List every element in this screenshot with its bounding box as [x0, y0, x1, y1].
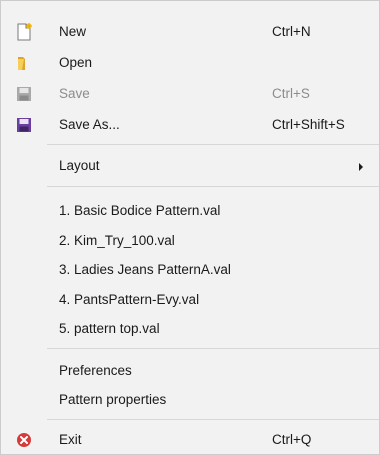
submenu-arrow-icon	[359, 163, 363, 171]
save-as-label: Save As...	[59, 117, 120, 132]
menu-item-layout[interactable]: Layout	[1, 153, 379, 179]
folder-icon	[15, 54, 33, 72]
recent-file-item[interactable]: 3. Ladies Jeans PatternA.val	[1, 257, 379, 283]
menu-item-save[interactable]: Save Ctrl+S	[1, 81, 379, 107]
menu-item-open[interactable]: Open	[1, 50, 379, 76]
recent-file-label: 3. Ladies Jeans PatternA.val	[59, 262, 231, 277]
recent-file-label: 1. Basic Bodice Pattern.val	[59, 203, 221, 218]
menu-item-pattern-properties[interactable]: Pattern properties	[1, 387, 379, 413]
open-label: Open	[59, 55, 93, 70]
save-as-shortcut: Ctrl+Shift+S	[272, 117, 345, 132]
menu-item-preferences[interactable]: Preferences	[1, 358, 379, 384]
layout-label: Layout	[59, 158, 100, 173]
preferences-label: Preferences	[59, 363, 132, 378]
recent-file-item[interactable]: 4. PantsPattern-Evy.val	[1, 287, 379, 313]
separator	[47, 348, 379, 349]
save-shortcut: Ctrl+S	[272, 86, 310, 101]
exit-shortcut: Ctrl+Q	[272, 432, 312, 447]
recent-file-label: 2. Kim_Try_100.val	[59, 233, 175, 248]
menu-item-save-as[interactable]: Save As... Ctrl+Shift+S	[1, 112, 379, 138]
menu-item-exit[interactable]: Exit Ctrl+Q	[1, 427, 379, 453]
new-shortcut: Ctrl+N	[272, 24, 311, 39]
save-as-disk-icon	[15, 116, 33, 134]
recent-file-item[interactable]: 2. Kim_Try_100.val	[1, 228, 379, 254]
separator	[47, 419, 379, 420]
save-disk-icon	[15, 85, 33, 103]
recent-file-label: 5. pattern top.val	[59, 321, 160, 336]
menu-item-new[interactable]: New Ctrl+N	[1, 19, 379, 45]
file-menu: New Ctrl+N Open Save Ctrl+S Save As... C…	[0, 0, 380, 455]
save-label: Save	[59, 86, 90, 101]
pattern-properties-label: Pattern properties	[59, 392, 167, 407]
separator	[47, 144, 379, 145]
separator	[47, 186, 379, 187]
recent-file-label: 4. PantsPattern-Evy.val	[59, 292, 200, 307]
recent-file-item[interactable]: 1. Basic Bodice Pattern.val	[1, 198, 379, 224]
exit-label: Exit	[59, 432, 82, 447]
exit-icon	[15, 431, 33, 449]
new-label: New	[59, 24, 87, 39]
recent-file-item[interactable]: 5. pattern top.val	[1, 316, 379, 342]
new-document-icon	[15, 23, 33, 41]
